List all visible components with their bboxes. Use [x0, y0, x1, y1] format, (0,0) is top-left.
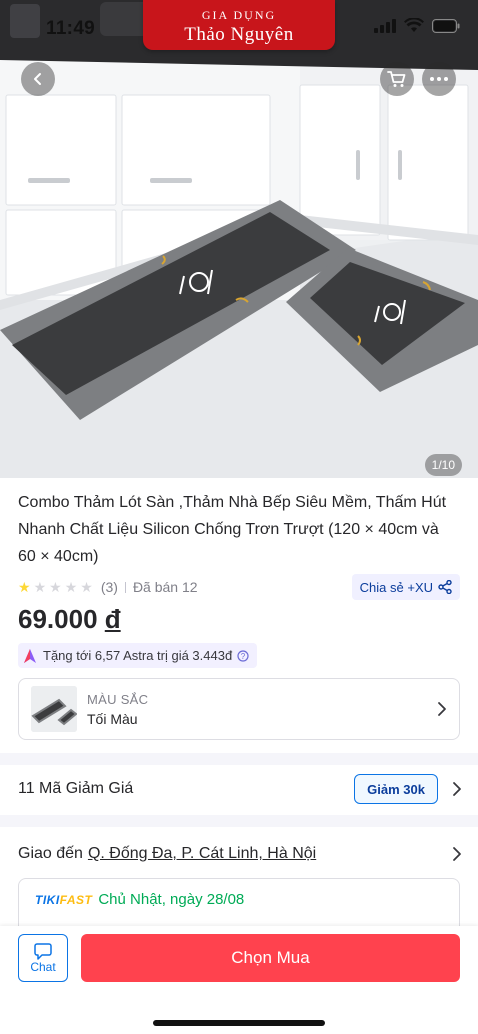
- variant-thumbnail: [31, 686, 77, 732]
- chevron-right-icon: [453, 782, 461, 796]
- chat-bubble-icon: [34, 942, 52, 960]
- rating-row: ★ ★ ★ ★ ★ (3) Đã bán 12 Chia sẻ +XU: [18, 574, 460, 600]
- svg-text:?: ?: [241, 652, 246, 661]
- delivery-estimate-card: TIKIFAST Chủ Nhật, ngày 28/08: [18, 878, 460, 926]
- chevron-right-icon: [453, 847, 461, 861]
- tikifast-part-1: TIKI: [35, 892, 60, 907]
- coupon-ticket[interactable]: Giảm 30k: [354, 774, 438, 804]
- product-image-gallery[interactable]: 11:49 Gia Dụng Thảo Nguyên: [0, 0, 478, 478]
- astra-reward-badge[interactable]: Tặng tới 6,57 Astra trị giá 3.443đ ?: [18, 643, 258, 668]
- brand-line-1: Gia Dụng: [201, 8, 277, 22]
- shipping-address[interactable]: Q. Đống Đa, P. Cát Linh, Hà Nội: [88, 845, 316, 863]
- star-icon: ★: [49, 578, 62, 595]
- chat-label: Chat: [30, 959, 56, 974]
- wifi-icon: [404, 18, 424, 32]
- astra-text: Tặng tới 6,57 Astra trị giá 3.443đ: [43, 648, 233, 663]
- astra-icon: [24, 648, 36, 663]
- help-icon: ?: [237, 649, 249, 662]
- star-icon: ★: [80, 578, 93, 595]
- coupon-label: 11 Mã Giảm Giá: [18, 780, 134, 797]
- brand-line-2: Thảo Nguyên: [184, 24, 294, 45]
- product-title: Combo Thảm Lót Sàn ,Thảm Nhà Bếp Siêu Mề…: [18, 494, 447, 565]
- bottom-action-bar: Chat Chọn Mua: [0, 926, 478, 1034]
- more-options-button[interactable]: [422, 62, 456, 96]
- shipping-address-row[interactable]: Giao đến Q. Đống Đa, P. Cát Linh, Hà Nội: [18, 838, 462, 870]
- review-count[interactable]: (3): [101, 579, 118, 595]
- chevron-right-icon: [438, 702, 446, 716]
- shop-brand-logo: Gia Dụng Thảo Nguyên: [143, 0, 335, 50]
- cart-icon: [387, 71, 406, 87]
- chevron-left-icon: [34, 73, 41, 85]
- chat-button[interactable]: Chat: [18, 934, 68, 982]
- star-icon: ★: [33, 578, 47, 595]
- section-divider: [0, 815, 478, 827]
- buy-button[interactable]: Chọn Mua: [81, 934, 460, 982]
- image-counter: 1/10: [424, 454, 462, 476]
- battery-icon: [432, 18, 460, 33]
- separator: [124, 581, 126, 593]
- status-time: 11:49: [46, 18, 96, 39]
- more-dots-icon: [430, 77, 448, 81]
- price-currency: đ: [104, 604, 121, 634]
- cart-button[interactable]: [380, 62, 414, 96]
- share-label: Chia sẻ +XU: [359, 579, 433, 595]
- star-icon: ★: [18, 578, 31, 595]
- signal-icon: [374, 18, 396, 33]
- variant-label: MÀU SẮC: [87, 691, 149, 707]
- product-price: 69.000 đ: [18, 604, 121, 635]
- status-icons: [374, 18, 460, 33]
- variant-selector[interactable]: MÀU SẮC Tối Màu: [18, 678, 460, 740]
- section-divider: [0, 753, 478, 765]
- tikifast-logo: TIKIFAST: [35, 893, 92, 907]
- back-button[interactable]: [21, 62, 55, 96]
- share-button[interactable]: Chia sẻ +XU: [351, 574, 460, 600]
- share-icon: [438, 580, 452, 594]
- variant-value: Tối Màu: [87, 710, 138, 727]
- sold-count: Đã bán 12: [132, 579, 198, 595]
- ship-to-label: Giao đến: [18, 845, 83, 862]
- delivery-day: Chủ Nhật, ngày 28/08: [98, 891, 245, 908]
- star-rating[interactable]: ★ ★ ★ ★ ★: [18, 579, 93, 596]
- tikifast-part-2: FAST: [59, 892, 93, 907]
- price-value: 69.000: [18, 604, 98, 634]
- home-indicator: [153, 1020, 325, 1026]
- coupon-row[interactable]: 11 Mã Giảm Giá Giảm 30k: [18, 766, 462, 812]
- star-icon: ★: [64, 578, 78, 595]
